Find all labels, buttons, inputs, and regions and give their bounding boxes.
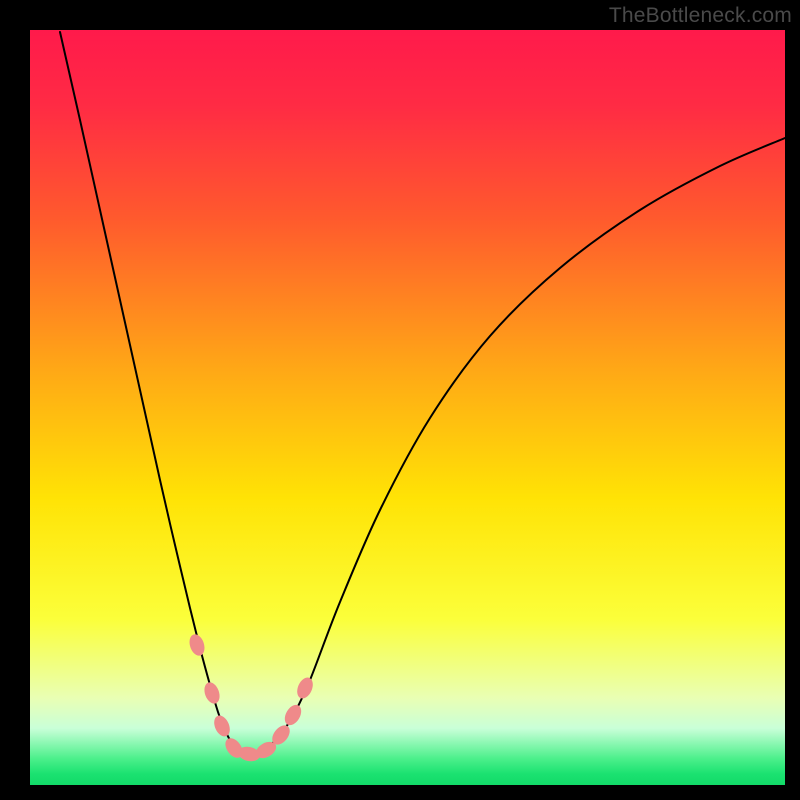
bottleneck-chart bbox=[0, 0, 800, 800]
watermark-text: TheBottleneck.com bbox=[609, 4, 792, 28]
chart-frame: TheBottleneck.com bbox=[0, 0, 800, 800]
